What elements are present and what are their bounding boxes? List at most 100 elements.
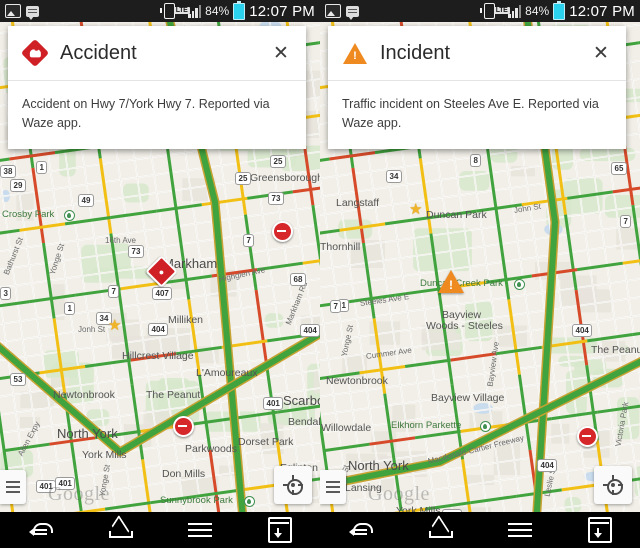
highway-shield: 25: [270, 155, 286, 168]
map-place-label: L'Amoureaux: [196, 367, 258, 379]
my-location-icon: [283, 475, 303, 495]
map-place-label: Duncan Park: [426, 209, 487, 221]
road-closed-marker[interactable]: [173, 416, 194, 437]
my-location-button[interactable]: [594, 466, 632, 504]
lte-label: LTE: [493, 7, 510, 14]
android-nav-bar: [320, 512, 640, 548]
phone-screen-accident: LTE ↑↓ 84% 12:07 PM Crosby Park Greensbor…: [0, 0, 320, 548]
incident-marker[interactable]: !: [438, 270, 464, 293]
close-icon[interactable]: ✕: [586, 38, 616, 68]
map-place-label: Sunnybrook Park: [160, 495, 233, 506]
status-bar: LTE ↑↓ 84% 12:07 PM: [0, 0, 320, 22]
lte-label: LTE: [173, 7, 190, 14]
status-bar-left: [0, 4, 164, 20]
status-bar-left: [320, 4, 484, 20]
map-place-label: Parkwoods: [185, 443, 237, 455]
highway-shield: 7: [108, 285, 120, 298]
battery-icon: [553, 0, 566, 20]
alert-icon-wrap: !: [342, 40, 368, 66]
highway-shield: 73: [128, 245, 144, 258]
pull-down-button[interactable]: [256, 512, 304, 548]
highway-shield: 7: [330, 300, 342, 313]
lte-icon: LTE ↑↓: [493, 7, 510, 15]
recents-button[interactable]: [176, 512, 224, 548]
map-place-label: Don Mills: [162, 468, 206, 480]
highway-shield: 401: [263, 397, 284, 410]
highway-shield: 29: [10, 179, 26, 192]
highway-shield: 404: [572, 324, 593, 337]
highway-shield: 7: [620, 215, 632, 228]
highway-shield: 65: [611, 162, 627, 175]
back-button[interactable]: [16, 512, 64, 548]
map-place-label: Willowdale: [321, 422, 372, 434]
map-place-label: Elkhorn Parkette: [391, 420, 462, 431]
highway-shield: 404: [148, 323, 169, 336]
map-place-label: Crosby Park: [2, 209, 55, 220]
map-place-label: Woods - Steeles: [426, 320, 503, 332]
map-menu-button[interactable]: [320, 470, 346, 504]
map-street-label: 16th Ave: [105, 236, 136, 245]
map-place-label: Newtonbrook: [326, 375, 388, 387]
highway-shield: 73: [268, 192, 284, 205]
map-place-label: York Mills: [82, 449, 127, 461]
alert-dialog-header: Accident ✕: [8, 26, 306, 81]
my-location-icon: [603, 475, 623, 495]
map-place-label: Greensborough: [250, 172, 320, 184]
highway-shield: 404: [537, 459, 558, 472]
star-marker: ★: [108, 317, 122, 334]
status-bar-right: LTE ↑↓ 84% 12:07 PM: [480, 0, 640, 20]
road-closed-marker[interactable]: [272, 221, 293, 242]
dual-screenshot-container: LTE ↑↓ 84% 12:07 PM Crosby Park Greensbor…: [0, 0, 640, 548]
chat-icon: [346, 5, 359, 20]
home-button[interactable]: [416, 512, 464, 548]
close-icon[interactable]: ✕: [266, 38, 296, 68]
map-place-label: Langstaff: [336, 197, 380, 209]
alert-title: Incident: [380, 41, 451, 64]
map-place-label: Bayview Village: [431, 392, 505, 404]
highway-shield: 34: [386, 170, 402, 183]
alert-title: Accident: [60, 41, 137, 64]
home-button[interactable]: [96, 512, 144, 548]
highway-shield: 68: [290, 273, 306, 286]
signal-bars-icon: [508, 4, 522, 18]
status-bar: LTE ↑↓ 84% 12:07 PM: [320, 0, 640, 22]
status-clock: 12:07 PM: [249, 2, 315, 20]
highway-shield: 25: [235, 172, 251, 185]
map-place-label: Thornhill: [320, 241, 361, 253]
alert-dialog: ! Incident ✕ Traffic incident on Steeles…: [328, 26, 626, 149]
status-clock: 12:07 PM: [569, 2, 635, 20]
my-location-button[interactable]: [274, 466, 312, 504]
map-place-label: North York: [57, 426, 118, 441]
phone-screen-incident: LTE ↑↓ 84% 12:07 PM Langstaff Duncan Park…: [320, 0, 640, 548]
highway-shield: 38: [0, 165, 16, 178]
pull-down-button[interactable]: [576, 512, 624, 548]
road-closed-marker[interactable]: [577, 426, 598, 447]
map-place-label: York Mills: [396, 505, 441, 512]
recents-button[interactable]: [496, 512, 544, 548]
battery-icon: [233, 0, 246, 20]
alert-dialog: Accident ✕ Accident on Hwy 7/York Hwy 7.…: [8, 26, 306, 149]
highway-shield: 407: [152, 287, 173, 300]
android-nav-bar: [0, 512, 320, 548]
chat-icon: [26, 5, 39, 20]
highway-shield: 7: [243, 234, 255, 247]
highway-shield: 404: [300, 324, 320, 337]
map-place-label: Dorset Park: [238, 436, 294, 448]
signal-bars-icon: [188, 4, 202, 18]
highway-shield: 49: [78, 194, 94, 207]
battery-percent: 84%: [205, 4, 230, 18]
battery-percent: 84%: [525, 4, 550, 18]
alert-body-text: Accident on Hwy 7/York Hwy 7. Reported v…: [22, 97, 270, 130]
map-place-label: Milliken: [168, 314, 204, 326]
map-menu-button[interactable]: [0, 470, 26, 504]
map-street-label: Jonh St: [78, 325, 106, 334]
status-bar-right: LTE ↑↓ 84% 12:07 PM: [160, 0, 320, 20]
map-place-label: The Peanut: [146, 389, 201, 401]
star-marker: ★: [409, 201, 423, 218]
map-place-label: Hillcrest Village: [122, 350, 194, 362]
highway-shield: 1: [36, 161, 48, 174]
map-place-label: Newtonbrook: [53, 389, 115, 401]
park-dot-icon: [243, 496, 255, 507]
back-button[interactable]: [336, 512, 384, 548]
map-place-label: North York: [348, 458, 409, 473]
